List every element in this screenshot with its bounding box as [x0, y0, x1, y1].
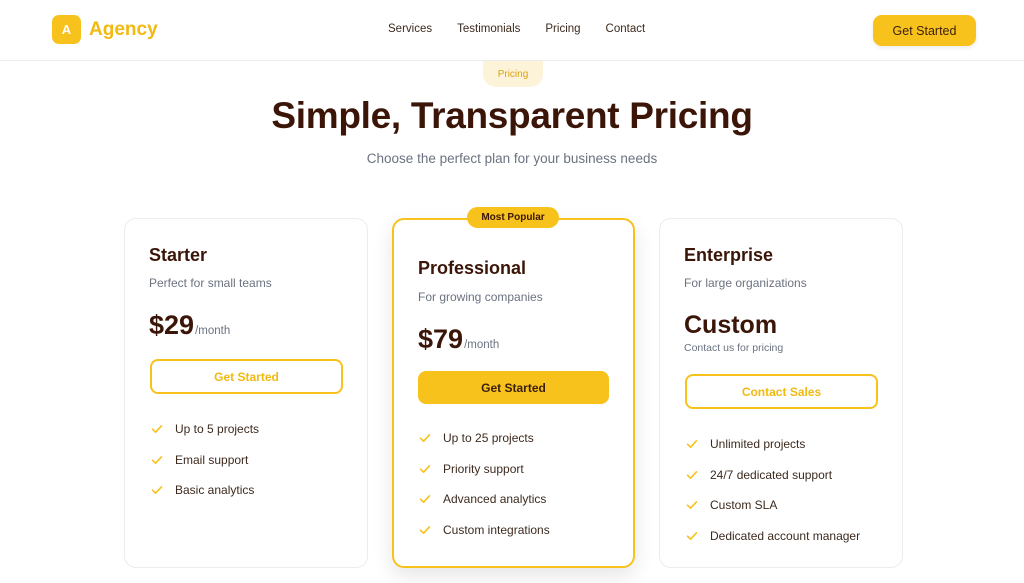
- feature-item: Up to 25 projects: [419, 423, 550, 454]
- feature-item: Up to 5 projects: [151, 414, 259, 445]
- plan-price: $79 /month: [418, 324, 499, 355]
- feature-text: Unlimited projects: [710, 437, 806, 452]
- feature-text: Up to 25 projects: [443, 431, 534, 446]
- starter-get-started-button[interactable]: Get Started: [150, 359, 343, 394]
- nav-link-testimonials[interactable]: Testimonials: [457, 23, 520, 35]
- feature-text: Advanced analytics: [443, 492, 547, 507]
- feature-item: Custom integrations: [419, 515, 550, 546]
- feature-item: Priority support: [419, 454, 550, 485]
- pricing-card-professional: Professional For growing companies $79 /…: [392, 218, 635, 568]
- feature-item: 24/7 dedicated support: [686, 460, 860, 491]
- feature-item: Advanced analytics: [419, 484, 550, 515]
- page-subtitle: Choose the perfect plan for your busines…: [366, 151, 658, 166]
- feature-text: Custom integrations: [443, 522, 550, 537]
- logo-mark: A: [52, 15, 81, 44]
- check-icon: [686, 501, 698, 510]
- feature-item: Basic analytics: [151, 475, 259, 506]
- feature-text: Basic analytics: [175, 483, 255, 498]
- plan-description: For growing companies: [418, 290, 543, 304]
- check-icon: [419, 495, 431, 504]
- pricing-card-starter: Starter Perfect for small teams $29 /mon…: [124, 218, 368, 568]
- site-header: A Agency Services Testimonials Pricing C…: [0, 0, 1024, 61]
- header-get-started-button[interactable]: Get Started: [873, 15, 976, 46]
- feature-item: Custom SLA: [686, 490, 860, 521]
- feature-item: Unlimited projects: [686, 429, 860, 460]
- feature-text: Priority support: [443, 461, 524, 476]
- feature-item: Dedicated account manager: [686, 521, 860, 552]
- professional-get-started-button[interactable]: Get Started: [418, 371, 609, 404]
- section-badge: Pricing: [483, 61, 543, 87]
- check-icon: [686, 470, 698, 479]
- price-period: /month: [195, 325, 231, 337]
- check-icon: [151, 486, 163, 495]
- check-icon: [686, 531, 698, 540]
- price-period: /month: [464, 339, 500, 351]
- feature-text: Dedicated account manager: [710, 528, 861, 543]
- nav-link-pricing[interactable]: Pricing: [545, 23, 580, 35]
- check-icon: [419, 434, 431, 443]
- check-icon: [151, 425, 163, 434]
- plan-price: $29 /month: [149, 310, 230, 341]
- check-icon: [686, 440, 698, 449]
- check-icon: [419, 464, 431, 473]
- feature-text: 24/7 dedicated support: [710, 467, 833, 482]
- feature-text: Email support: [175, 452, 249, 467]
- plan-name: Enterprise: [684, 245, 774, 265]
- pricing-card-enterprise: Enterprise For large organizations Custo…: [659, 218, 903, 568]
- price-note: Contact us for pricing: [684, 342, 784, 354]
- feature-item: Email support: [151, 445, 259, 476]
- plan-name: Starter: [149, 245, 208, 265]
- plan-price: Custom: [684, 311, 778, 339]
- price-amount: $79: [418, 324, 464, 354]
- feature-text: Custom SLA: [710, 498, 778, 513]
- feature-list: Unlimited projects 24/7 dedicated suppor…: [686, 429, 860, 551]
- check-icon: [419, 525, 431, 534]
- nav-link-contact[interactable]: Contact: [606, 23, 646, 35]
- nav-link-services[interactable]: Services: [388, 23, 432, 35]
- brand-name: Agency: [89, 18, 158, 40]
- brand-logo[interactable]: A Agency: [52, 15, 158, 44]
- feature-list: Up to 5 projects Email support Basic ana…: [151, 414, 259, 506]
- feature-list: Up to 25 projects Priority support Advan…: [419, 423, 550, 545]
- price-amount: $29: [149, 310, 195, 340]
- main-nav: Services Testimonials Pricing Contact: [388, 23, 670, 35]
- plan-name: Professional: [418, 258, 527, 278]
- plan-description: Perfect for small teams: [149, 276, 272, 290]
- plan-description: For large organizations: [684, 276, 807, 290]
- feature-text: Up to 5 projects: [175, 422, 260, 437]
- page-title: Simple, Transparent Pricing: [271, 95, 753, 136]
- most-popular-badge: Most Popular: [467, 207, 559, 228]
- check-icon: [151, 455, 163, 464]
- contact-sales-button[interactable]: Contact Sales: [685, 374, 878, 409]
